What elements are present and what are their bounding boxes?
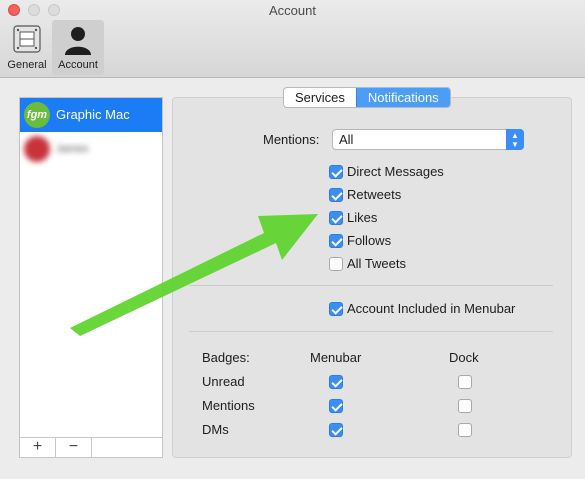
unread-menubar-checkbox[interactable] (329, 375, 343, 389)
titlebar: Account General Account (0, 0, 585, 78)
direct-messages-label: Direct Messages (347, 164, 444, 179)
follows-label: Follows (347, 233, 392, 248)
account-name: Graphic Mac (56, 107, 130, 122)
tab-control: Services Notifications (283, 87, 451, 108)
dms-menubar-checkbox[interactable] (329, 423, 343, 437)
follows-checkbox[interactable] (329, 234, 343, 248)
mentions-dock-checkbox[interactable] (458, 399, 472, 413)
remove-account-button[interactable]: − (56, 438, 92, 457)
account-in-menubar-checkbox[interactable] (329, 302, 343, 316)
toolbar-general-button[interactable]: General (4, 20, 50, 75)
toolbar-general-label: General (7, 59, 47, 71)
toolbar-account-label: Account (58, 59, 98, 71)
all-tweets-label: All Tweets (347, 256, 407, 271)
account-row-second[interactable]: James (20, 132, 162, 166)
account-name: James (56, 143, 89, 155)
badges-header: Badges: (202, 350, 250, 365)
divider (189, 331, 553, 332)
divider (189, 285, 553, 286)
unread-dock-checkbox[interactable] (458, 375, 472, 389)
window-title: Account (269, 3, 316, 18)
likes-checkbox[interactable] (329, 211, 343, 225)
chevron-updown-icon: ▲ ▼ (506, 129, 524, 150)
list-controls: + − (20, 437, 162, 457)
account-in-menubar-label: Account Included in Menubar (347, 301, 516, 316)
badge-row-label: Mentions (202, 398, 255, 413)
retweets-checkbox[interactable] (329, 188, 343, 202)
preferences-window: Account General Account fgm Graphic Mac (0, 0, 585, 479)
mentions-menubar-checkbox[interactable] (329, 399, 343, 413)
account-row-graphic-mac[interactable]: fgm Graphic Mac (20, 98, 162, 132)
likes-label: Likes (347, 210, 378, 225)
tab-notifications[interactable]: Notifications (355, 88, 450, 107)
general-icon (13, 25, 41, 53)
add-account-button[interactable]: + (20, 438, 56, 457)
badges-menubar-header: Menubar (310, 350, 362, 365)
mentions-select[interactable]: All ▲ ▼ (332, 129, 524, 150)
badge-row-label: Unread (202, 374, 245, 389)
accounts-list: fgm Graphic Mac James + − (19, 97, 163, 458)
tab-services[interactable]: Services (284, 88, 356, 107)
badge-row-label: DMs (202, 422, 229, 437)
toolbar-account-button[interactable]: Account (52, 20, 104, 75)
all-tweets-checkbox[interactable] (329, 257, 343, 271)
retweets-label: Retweets (347, 187, 402, 202)
badges-dock-header: Dock (449, 350, 479, 365)
direct-messages-checkbox[interactable] (329, 165, 343, 179)
mentions-select-value: All (339, 132, 354, 147)
dms-dock-checkbox[interactable] (458, 423, 472, 437)
mentions-label: Mentions: (263, 132, 320, 147)
account-icon (65, 27, 91, 55)
avatar: fgm (24, 102, 50, 128)
avatar (24, 136, 50, 162)
